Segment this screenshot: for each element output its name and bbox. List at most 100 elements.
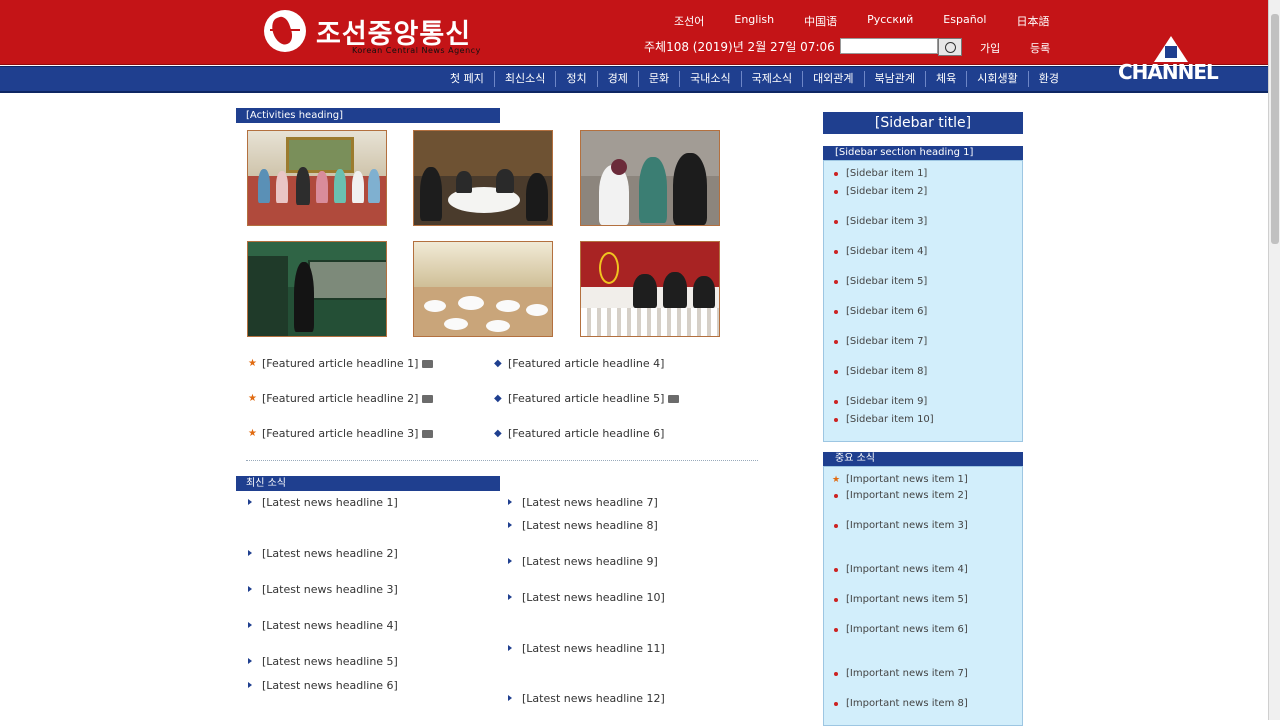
channel-a-mark-icon — [1154, 36, 1188, 62]
news-item[interactable]: [Latest news headline 3] — [248, 582, 494, 598]
dot-bullet-icon — [834, 418, 838, 422]
featured-item[interactable]: ◆ [Featured article headline 6] — [494, 426, 740, 442]
featured-item-text[interactable]: [Featured article headline 4] — [508, 357, 664, 370]
news-item-text[interactable]: [Latest news headline 6] — [262, 679, 398, 692]
featured-item[interactable]: ◆ [Featured article headline 4] — [494, 356, 740, 372]
photo-podium[interactable] — [580, 241, 720, 337]
search-button[interactable] — [938, 38, 962, 56]
featured-item[interactable]: ◆ [Featured article headline 5] — [494, 391, 740, 407]
photo-greeting[interactable] — [580, 130, 720, 226]
nav-item-domestic[interactable]: 국내소식 — [679, 71, 740, 87]
news-item-text[interactable]: [Latest news headline 2] — [262, 547, 398, 560]
dot-bullet-icon — [834, 524, 838, 528]
nav-item-environment[interactable]: 환경 — [1027, 71, 1069, 87]
sidebar-item[interactable]: [Sidebar item 9] — [834, 395, 1020, 409]
sidebar-item[interactable]: [Sidebar item 2] — [834, 185, 1020, 199]
news-item-text[interactable]: [Latest news headline 11] — [522, 642, 665, 655]
login-link[interactable]: 가입 — [980, 40, 1000, 56]
featured-item-text[interactable]: [Featured article headline 5] — [508, 392, 664, 405]
news-item[interactable]: [Latest news headline 10] — [508, 590, 754, 606]
nav-item-foreign-relations[interactable]: 대외관계 — [802, 71, 863, 87]
featured-item[interactable]: ★ [Featured article headline 3] — [248, 426, 494, 442]
sidebar-item[interactable]: [Sidebar item 8] — [834, 365, 1020, 379]
news-item-text[interactable]: [Latest news headline 7] — [522, 496, 658, 509]
sidebar-item[interactable]: [Important news item 6] — [834, 623, 1020, 637]
star-bullet-icon: ★ — [248, 358, 257, 369]
nav-item-society[interactable]: 시회생활 — [966, 71, 1027, 87]
news-item[interactable]: [Latest news headline 8] — [508, 518, 754, 534]
news-item-text[interactable]: [Latest news headline 8] — [522, 519, 658, 532]
sidebar-item[interactable]: [Sidebar item 6] — [834, 305, 1020, 319]
lang-korean[interactable]: 조선어 — [674, 13, 704, 29]
sidebar-section-heading[interactable]: [Sidebar section heading 1] — [823, 146, 1023, 160]
news-item[interactable]: [Latest news headline 5] — [248, 654, 494, 670]
news-item[interactable]: [Latest news headline 6] — [248, 678, 494, 694]
news-item[interactable]: [Latest news headline 4] — [248, 618, 494, 634]
news-item-text[interactable]: [Latest news headline 12] — [522, 692, 665, 705]
news-item[interactable]: [Latest news headline 11] — [508, 641, 754, 657]
nav-item-economy[interactable]: 경제 — [596, 71, 638, 87]
sidebar-item[interactable]: [Sidebar item 7] — [834, 335, 1020, 349]
photo-banquet[interactable] — [413, 241, 553, 337]
featured-item-text[interactable]: [Featured article headline 6] — [508, 427, 664, 440]
nav-item-sports[interactable]: 체육 — [925, 71, 966, 87]
lang-english[interactable]: English — [734, 13, 774, 29]
nav-item-home[interactable]: 첫 페지 — [444, 71, 494, 87]
sidebar-item[interactable]: [Sidebar item 10] — [834, 413, 1020, 427]
news-item-text[interactable]: [Latest news headline 5] — [262, 655, 398, 668]
news-item[interactable]: [Latest news headline 1] — [248, 495, 494, 511]
news-item[interactable]: [Latest news headline 9] — [508, 554, 754, 570]
featured-item-text[interactable]: [Featured article headline 2] — [262, 392, 418, 405]
sidebar-item[interactable]: [Important news item 7] — [834, 667, 1020, 681]
news-item-text[interactable]: [Latest news headline 3] — [262, 583, 398, 596]
nav-item-politics[interactable]: 정치 — [555, 71, 596, 87]
search-input[interactable] — [840, 38, 938, 54]
page-scrollbar[interactable] — [1268, 0, 1280, 720]
news-item-text[interactable]: [Latest news headline 1] — [262, 496, 398, 509]
sidebar-item[interactable]: ★ [Important news item 1] — [832, 473, 1020, 487]
sidebar-item[interactable]: [Important news item 5] — [834, 593, 1020, 607]
news-item-text[interactable]: [Latest news headline 9] — [522, 555, 658, 568]
featured-item[interactable]: ★ [Featured article headline 1] — [248, 356, 494, 372]
dot-bullet-icon — [834, 190, 838, 194]
nav-item-latest[interactable]: 최신소식 — [493, 71, 555, 87]
featured-item-text[interactable]: [Featured article headline 3] — [262, 427, 418, 440]
nav-item-inter-korean[interactable]: 북남관계 — [863, 71, 925, 87]
dot-bullet-icon — [834, 400, 838, 404]
kcna-logo-icon[interactable] — [264, 10, 306, 52]
sidebar-item[interactable]: [Sidebar item 3] — [834, 215, 1020, 229]
news-item-text[interactable]: [Latest news headline 10] — [522, 591, 665, 604]
lang-spanish[interactable]: Español — [943, 13, 986, 29]
sidebar-item[interactable]: [Sidebar item 4] — [834, 245, 1020, 259]
featured-item-text[interactable]: [Featured article headline 1] — [262, 357, 418, 370]
sidebar-title[interactable]: [Sidebar title] — [823, 112, 1023, 134]
language-switcher: 조선어 English 中国语 Русский Español 日本語 — [674, 13, 1049, 29]
news-item[interactable]: [Latest news headline 12] — [508, 691, 754, 707]
lang-japanese[interactable]: 日本語 — [1016, 13, 1049, 29]
scrollbar-thumb[interactable] — [1271, 14, 1279, 244]
photo-group[interactable] — [247, 130, 387, 226]
triangle-bullet-icon — [248, 622, 252, 628]
news-item-text[interactable]: [Latest news headline 4] — [262, 619, 398, 632]
featured-item[interactable]: ★ [Featured article headline 2] — [248, 391, 494, 407]
sidebar-section-box: ★ [Important news item 1] [Important news… — [823, 466, 1023, 726]
nav-item-culture[interactable]: 문화 — [637, 71, 679, 87]
diamond-bullet-icon: ◆ — [494, 428, 502, 439]
photo-train[interactable] — [247, 241, 387, 337]
photo-meeting[interactable] — [413, 130, 553, 226]
sidebar-item[interactable]: [Sidebar item 1] — [834, 167, 1020, 181]
sidebar-item[interactable]: [Important news item 4] — [834, 563, 1020, 577]
news-item[interactable]: [Latest news headline 2] — [248, 546, 494, 562]
sidebar-item[interactable]: [Important news item 3] — [834, 519, 1020, 533]
signup-link[interactable]: 등록 — [1030, 40, 1050, 56]
sidebar-item[interactable]: [Important news item 2] — [834, 489, 1020, 503]
sidebar-item[interactable]: [Important news item 8] — [834, 697, 1020, 711]
sidebar-item[interactable]: [Sidebar item 5] — [834, 275, 1020, 289]
triangle-bullet-icon — [508, 645, 512, 651]
nav-item-international[interactable]: 국제소식 — [740, 71, 802, 87]
news-item[interactable]: [Latest news headline 7] — [508, 495, 754, 511]
sidebar-section-heading[interactable]: 중요 소식 — [823, 452, 1023, 466]
lang-chinese[interactable]: 中国语 — [804, 13, 837, 29]
lang-russian[interactable]: Русский — [867, 13, 913, 29]
dot-bullet-icon — [834, 672, 838, 676]
